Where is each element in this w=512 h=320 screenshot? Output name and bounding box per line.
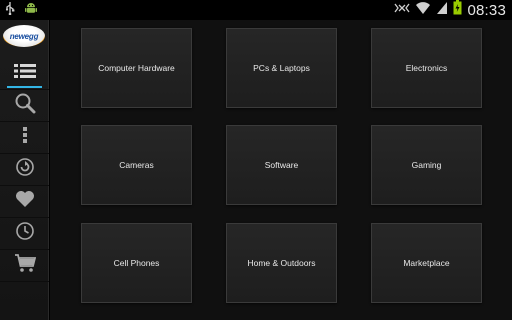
category-tile-cell-phones[interactable]: Cell Phones [81, 223, 192, 303]
category-label: Home & Outdoors [247, 258, 316, 268]
category-label: PCs & Laptops [253, 63, 310, 73]
category-tile-electronics[interactable]: Electronics [371, 28, 482, 108]
category-tile-pcs-laptops[interactable]: PCs & Laptops [226, 28, 337, 108]
newegg-logo[interactable]: newegg [3, 25, 45, 47]
sidebar-item-search[interactable] [0, 90, 49, 122]
clock-icon [15, 221, 35, 246]
category-tile-computer-hardware[interactable]: Computer Hardware [81, 28, 192, 108]
category-label: Cameras [119, 160, 154, 170]
category-label: Electronics [405, 63, 448, 73]
sidebar-item-more[interactable] [0, 122, 49, 154]
refresh-circle-icon [15, 157, 35, 182]
sidebar-item-refresh[interactable] [0, 154, 49, 186]
battery-charging-icon [453, 0, 462, 20]
wifi-icon [415, 1, 431, 20]
sidebar-item-history[interactable] [0, 218, 49, 250]
heart-icon [15, 190, 35, 213]
category-label: Cell Phones [113, 258, 160, 268]
cart-icon [14, 253, 36, 278]
cell-signal-icon [436, 1, 448, 20]
category-tile-software[interactable]: Software [226, 125, 337, 205]
more-vertical-icon [22, 126, 28, 149]
android-debug-icon [24, 1, 38, 20]
category-label: Gaming [411, 160, 442, 170]
clock-text: 08:33 [467, 1, 506, 19]
search-icon [14, 92, 36, 119]
sidebar-item-categories[interactable] [0, 58, 49, 90]
category-label: Computer Hardware [98, 63, 175, 73]
sidebar-item-favorites[interactable] [0, 186, 49, 218]
category-tile-cameras[interactable]: Cameras [81, 125, 192, 205]
usb-icon [4, 1, 16, 20]
logo-text: newegg [9, 31, 39, 41]
sidebar-item-cart[interactable] [0, 250, 49, 282]
category-tile-home-outdoors[interactable]: Home & Outdoors [226, 223, 337, 303]
category-label: Software [264, 160, 299, 170]
sidebar: newegg [0, 20, 49, 320]
category-tile-gaming[interactable]: Gaming [371, 125, 482, 205]
category-tile-marketplace[interactable]: Marketplace [371, 223, 482, 303]
category-grid: Computer Hardware PCs & Laptops Electron… [50, 20, 512, 320]
list-icon [13, 63, 36, 84]
signal-mute-icon [394, 1, 410, 20]
status-bar: 08:33 [0, 0, 512, 20]
category-label: Marketplace [403, 258, 450, 268]
